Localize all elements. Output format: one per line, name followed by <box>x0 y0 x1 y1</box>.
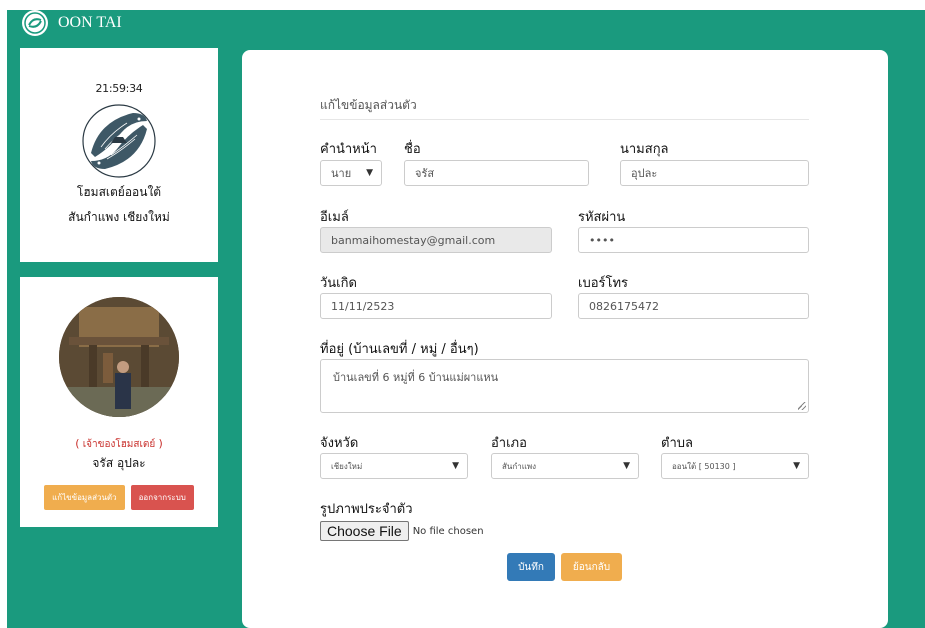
logout-button[interactable]: ออกจากระบบ <box>130 485 194 510</box>
edit-profile-form: แก้ไขข้อมูลส่วนตัว คำนำหน้า ชื่อ นามสกุล… <box>242 50 888 628</box>
homestay-location: สันกำแพง เชียงใหม่ <box>68 210 170 224</box>
homestay-card: 21:59:34 โฮมสเตย์ออนใต้ สันกำแพง เชียงให… <box>20 48 218 262</box>
back-button[interactable]: ย้อนกลับ <box>561 553 622 581</box>
address-label: ที่อยู่ (บ้านเลขที่ / หมู่ / อื่นๆ) <box>320 342 479 357</box>
province-value: เชียงใหม่ <box>331 461 363 471</box>
homestay-logo-icon <box>82 104 156 178</box>
district-select[interactable]: สันกำแพง <box>491 453 639 479</box>
password-input[interactable]: •••• <box>578 227 809 253</box>
clock: 21:59:34 <box>95 82 143 95</box>
save-button[interactable]: บันทึก <box>507 553 555 581</box>
firstname-label: ชื่อ <box>404 142 421 157</box>
prefix-select[interactable]: นาย <box>320 160 382 186</box>
photo-label: รูปภาพประจำตัว <box>320 502 413 517</box>
email-label: อีเมล์ <box>320 210 349 225</box>
firstname-input[interactable]: จรัส <box>404 160 589 186</box>
fish-logo-icon <box>22 10 48 36</box>
form-title: แก้ไขข้อมูลส่วนตัว <box>320 96 809 120</box>
password-label: รหัสผ่าน <box>578 210 626 225</box>
lastname-label: นามสกุล <box>620 142 669 157</box>
address-textarea[interactable]: บ้านเลขที่ 6 หมู่ที่ 6 บ้านแม่ผาแหน <box>320 359 809 413</box>
edit-profile-button[interactable]: แก้ไขข้อมูลส่วนตัว <box>44 485 125 510</box>
province-select[interactable]: เชียงใหม่ <box>320 453 468 479</box>
subdistrict-label: ตำบล <box>661 436 693 451</box>
prefix-value: นาย <box>331 167 352 180</box>
lastname-input[interactable]: อุปละ <box>620 160 809 186</box>
choose-file-button[interactable]: Choose File <box>320 521 409 541</box>
prefix-label: คำนำหน้า <box>320 142 377 157</box>
email-input[interactable]: banmaihomestay@gmail.com <box>320 227 552 253</box>
avatar-photo-icon <box>59 297 179 417</box>
phone-input[interactable]: 0826175472 <box>578 293 809 319</box>
homestay-name: โฮมสเตย์ออนใต้ <box>76 185 162 199</box>
user-role: เจ้าของโฮมสเตย์ <box>82 439 156 450</box>
role-close: ) <box>158 437 163 450</box>
address-value: บ้านเลขที่ 6 หมู่ที่ 6 บ้านแม่ผาแหน <box>333 371 499 384</box>
brand[interactable]: OON TAI <box>22 10 122 36</box>
district-label: อำเภอ <box>491 436 527 451</box>
brand-name: OON TAI <box>58 14 122 31</box>
subdistrict-select[interactable]: ออนใต้ [ 50130 ] <box>661 453 809 479</box>
province-label: จังหวัด <box>320 436 359 451</box>
resize-grip-icon[interactable] <box>798 402 806 410</box>
no-file-text: No file chosen <box>412 525 484 537</box>
birthday-input[interactable]: 11/11/2523 <box>320 293 552 319</box>
district-value: สันกำแพง <box>502 461 537 471</box>
user-name: จรัส อุปละ <box>92 456 146 470</box>
user-card: ( เจ้าของโฮมสเตย์ ) จรัส อุปละ แก้ไขข้อม… <box>20 277 218 527</box>
subdistrict-value: ออนใต้ [ 50130 ] <box>672 461 736 471</box>
birthday-label: วันเกิด <box>320 276 357 291</box>
phone-label: เบอร์โทร <box>578 276 629 291</box>
avatar <box>59 297 179 417</box>
role-open: ( <box>75 437 80 450</box>
photo-file-input[interactable]: Choose File No file chosen <box>320 521 484 541</box>
